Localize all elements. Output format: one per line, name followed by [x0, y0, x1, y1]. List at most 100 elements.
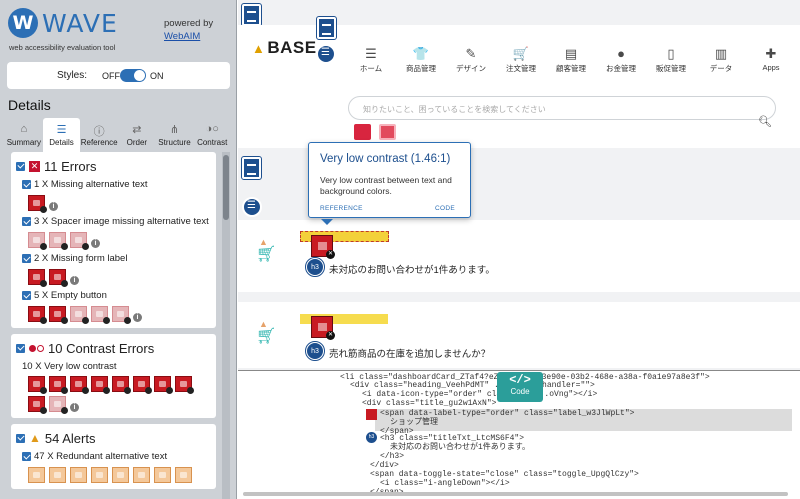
nav-label: お金管理	[606, 64, 636, 73]
nav-customers[interactable]: ▤ 顧客管理	[546, 46, 596, 74]
info-icon[interactable]: i	[133, 313, 142, 322]
low-contrast-icon[interactable]	[154, 376, 173, 394]
order-icon: ⇄	[132, 124, 142, 136]
info-icon[interactable]: i	[91, 239, 100, 248]
nav-items[interactable]: 👕 商品管理	[396, 46, 446, 74]
contrast-checkbox[interactable]	[16, 343, 25, 353]
low-contrast-icon[interactable]	[49, 396, 68, 414]
item-checkbox[interactable]	[22, 180, 31, 189]
code-toggle-button[interactable]: </> Code	[497, 372, 543, 402]
redundant-alt-icon[interactable]	[154, 467, 171, 483]
dashboard-card[interactable]: ▲ 🛒︎ ✕ h3 売れ筋商品の在庫を追加しませんか？	[238, 302, 800, 368]
item-checkbox[interactable]	[22, 254, 31, 263]
low-contrast-icon[interactable]	[91, 376, 110, 394]
styles-on-label: ON	[150, 71, 164, 81]
h3-icon[interactable]: h3	[305, 341, 325, 361]
base-logo[interactable]: ▲ BASE	[252, 38, 317, 58]
h3-icon[interactable]: h3	[305, 257, 325, 277]
styles-toggle[interactable]	[120, 69, 146, 82]
spacer-alt-icon[interactable]	[28, 232, 47, 250]
tooltip-body: Very low contrast between text and backg…	[320, 175, 452, 196]
empty-button-icon[interactable]	[91, 306, 110, 324]
redundant-alt-icon[interactable]	[91, 467, 108, 483]
error-icon[interactable]	[354, 124, 371, 140]
powered-by-label: powered by	[164, 18, 214, 29]
error-icon: ✕	[29, 160, 40, 172]
cart-icon: ▲ 🛒︎	[256, 237, 277, 263]
tab-summary[interactable]: ⌂ Summary	[5, 118, 43, 152]
low-contrast-icon[interactable]	[70, 376, 89, 394]
redundant-alt-icon[interactable]	[28, 467, 45, 483]
error-item: 2 X Missing form label	[16, 253, 211, 265]
contrast-heading: 10 Contrast Errors	[16, 340, 211, 356]
sidebar-scrollbar-thumb[interactable]	[223, 155, 229, 220]
phone-icon: ▯	[667, 46, 675, 61]
error-icon[interactable]: ✕	[311, 235, 335, 259]
low-contrast-icon[interactable]	[28, 376, 47, 394]
h3-icon[interactable]: h3	[366, 432, 377, 443]
info-icon[interactable]: i	[70, 276, 79, 285]
empty-button-icon[interactable]	[70, 306, 89, 324]
info-icon[interactable]: i	[49, 202, 58, 211]
error-icons-row: i	[16, 269, 211, 287]
nav-design[interactable]: ✎ デザイン	[446, 46, 496, 74]
spacer-alt-icon[interactable]	[70, 232, 89, 250]
empty-button-icon[interactable]	[28, 306, 47, 324]
search-icon[interactable]: 🔍︎	[758, 115, 772, 128]
region-marker-icon[interactable]	[241, 3, 262, 27]
code-scrollbar[interactable]	[243, 492, 788, 496]
low-contrast-icon[interactable]	[133, 376, 152, 394]
tab-details[interactable]: ☰ Details	[42, 118, 81, 152]
search-input[interactable]: 知りたいこと、困っていることを検索してください	[348, 96, 776, 120]
errors-checkbox[interactable]	[16, 161, 25, 171]
list-marker-icon[interactable]	[242, 197, 262, 217]
tooltip-reference-link[interactable]: REFERENCE	[320, 205, 363, 212]
low-contrast-icon[interactable]	[112, 376, 131, 394]
list-marker-icon[interactable]	[316, 44, 336, 64]
nav-promotion[interactable]: ▯ 販促管理	[646, 46, 696, 74]
webaim-link[interactable]: WebAIM	[164, 31, 200, 42]
nav-orders[interactable]: 🛒 注文管理	[496, 46, 546, 74]
nav-money[interactable]: ● お金管理	[596, 46, 646, 74]
missing-alt-icon[interactable]	[28, 195, 47, 213]
missing-label-icon[interactable]	[28, 269, 47, 287]
tab-label: Details	[49, 138, 74, 147]
redundant-alt-icon[interactable]	[70, 467, 87, 483]
nav-label: 販促管理	[656, 64, 686, 73]
alert-item-label: 47 X Redundant alternative text	[34, 451, 168, 462]
missing-label-icon[interactable]	[49, 269, 68, 287]
nav-home[interactable]: ☰ ホーム	[346, 46, 396, 74]
item-checkbox[interactable]	[22, 291, 31, 300]
redundant-alt-icon[interactable]	[112, 467, 129, 483]
nav-apps[interactable]: ✚ Apps	[746, 46, 796, 74]
region-marker-icon[interactable]	[316, 16, 337, 40]
home-icon: ⌂	[20, 123, 28, 135]
low-contrast-icon[interactable]	[28, 396, 47, 414]
low-contrast-icon[interactable]	[175, 376, 194, 394]
redundant-alt-icon[interactable]	[133, 467, 150, 483]
tab-reference[interactable]: ⓘ Reference	[80, 118, 118, 152]
alerts-checkbox[interactable]	[16, 433, 25, 443]
error-icon[interactable]	[379, 124, 396, 140]
redundant-alt-icon[interactable]	[49, 467, 66, 483]
nav-data[interactable]: ▥ データ	[696, 46, 746, 74]
item-checkbox[interactable]	[22, 452, 31, 461]
tooltip-code-link[interactable]: CODE	[435, 205, 455, 212]
tab-structure[interactable]: ⋔ Structure	[156, 118, 194, 152]
spacer-alt-icon[interactable]	[49, 232, 68, 250]
main-nav: ☰ ホーム 👕 商品管理 ✎ デザイン 🛒 注文管理 ▤ 顧客管理 ● お金管理 ▯ 販促管理…	[346, 46, 796, 74]
empty-button-icon[interactable]	[112, 306, 131, 324]
tab-contrast[interactable]: ◑○ Contrast	[193, 118, 231, 152]
alert-icons-row	[16, 467, 211, 483]
item-checkbox[interactable]	[22, 217, 31, 226]
tab-order[interactable]: ⇄ Order	[118, 118, 156, 152]
region-marker-icon[interactable]	[241, 156, 262, 180]
error-icon[interactable]: ✕	[311, 316, 335, 340]
redundant-alt-icon[interactable]	[175, 467, 192, 483]
empty-button-icon[interactable]	[49, 306, 68, 324]
low-contrast-icon[interactable]	[49, 376, 68, 394]
info-icon[interactable]: i	[70, 403, 79, 412]
tooltip-title: Very low contrast (1.46:1)	[320, 153, 451, 165]
error-icon[interactable]	[366, 409, 377, 420]
chart-icon: ▥	[714, 46, 728, 61]
